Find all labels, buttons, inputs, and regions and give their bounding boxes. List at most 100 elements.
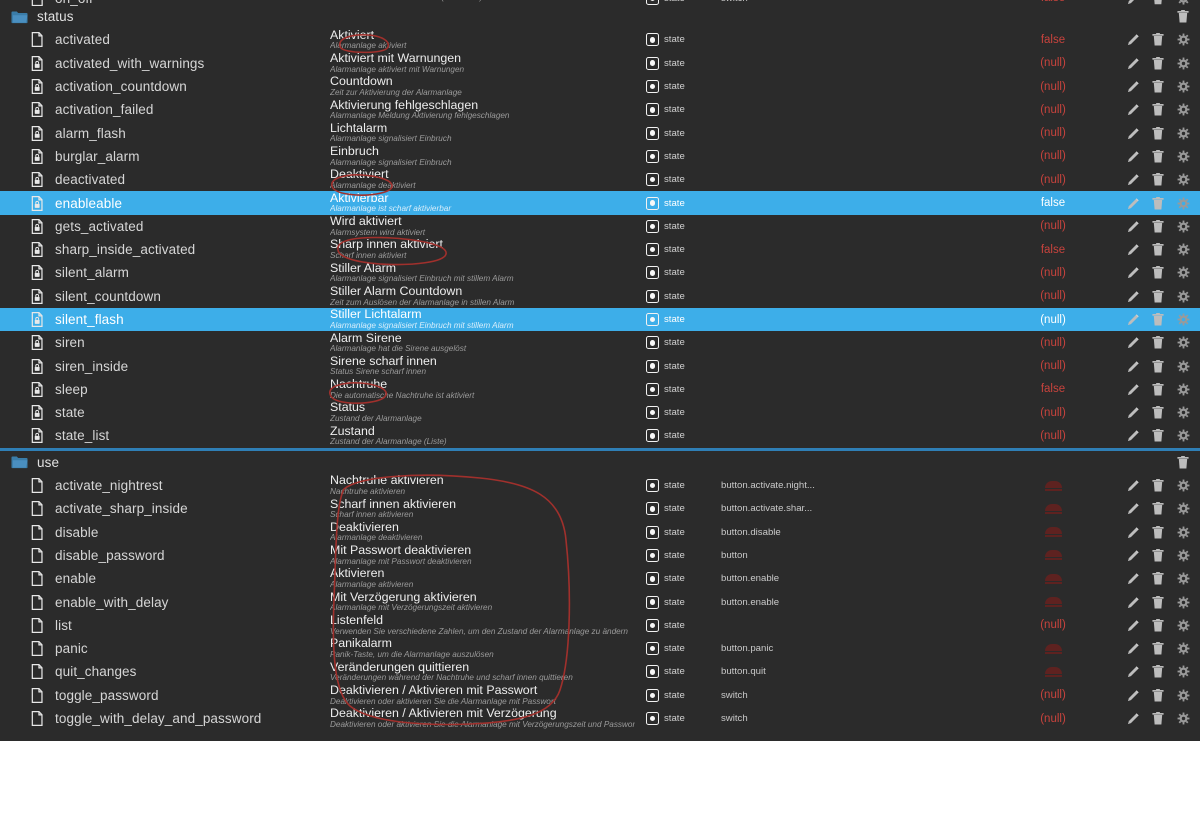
row-actions-cell[interactable] xyxy=(1108,406,1200,420)
row-state-cell[interactable]: state xyxy=(635,502,693,516)
pencil-icon[interactable] xyxy=(1126,33,1140,47)
trash-icon[interactable] xyxy=(1176,10,1190,24)
row-state-cell[interactable]: state xyxy=(635,618,693,632)
table-row[interactable]: sleep Nachtruhe Die automatische Nachtruhe… xyxy=(0,378,1200,401)
row-value-cell[interactable]: (null) xyxy=(998,360,1108,372)
trash-icon[interactable] xyxy=(1151,33,1165,47)
row-actions-cell[interactable] xyxy=(1108,502,1200,516)
table-row[interactable]: disable_password Mit Passwort deaktiviere… xyxy=(0,544,1200,567)
row-state-cell[interactable]: state xyxy=(635,243,693,257)
pencil-icon[interactable] xyxy=(1126,406,1140,420)
row-actions-cell[interactable] xyxy=(1108,548,1200,562)
row-state-cell[interactable]: state xyxy=(635,548,693,562)
gear-icon[interactable] xyxy=(1176,336,1190,350)
table-row[interactable]: state_list Zustand Zustand der Alarmanlage… xyxy=(0,424,1200,447)
row-value-cell[interactable]: false xyxy=(998,244,1108,256)
gear-icon[interactable] xyxy=(1176,289,1190,303)
pencil-icon[interactable] xyxy=(1126,219,1140,233)
pencil-icon[interactable] xyxy=(1126,382,1140,396)
pencil-icon[interactable] xyxy=(1126,548,1140,562)
row-state-cell[interactable]: state xyxy=(635,219,693,233)
trash-icon[interactable] xyxy=(1151,712,1165,726)
pencil-icon[interactable] xyxy=(1126,289,1140,303)
pencil-icon[interactable] xyxy=(1126,618,1140,632)
trash-icon[interactable] xyxy=(1151,382,1165,396)
table-row[interactable]: siren Alarm Sirene Alarmanlage hat die Sir… xyxy=(0,331,1200,354)
row-actions-cell[interactable] xyxy=(1108,289,1200,303)
table-row[interactable]: enable Aktivieren Alarmanlage aktivieren st… xyxy=(0,567,1200,590)
folder-row-use[interactable]: use xyxy=(0,451,1200,474)
row-state-cell[interactable]: state xyxy=(635,688,693,702)
gear-icon[interactable] xyxy=(1176,665,1190,679)
row-state-cell[interactable]: state xyxy=(635,126,693,140)
row-value-cell[interactable]: (null) xyxy=(998,220,1108,232)
table-row[interactable]: disable Deaktivieren Alarmanlage deaktivie… xyxy=(0,521,1200,544)
table-row[interactable]: sharp_inside_activated Sharp innen aktivi… xyxy=(0,238,1200,261)
trash-icon[interactable] xyxy=(1151,525,1165,539)
trash-icon[interactable] xyxy=(1151,665,1165,679)
row-value-cell[interactable] xyxy=(998,527,1108,538)
trash-icon[interactable] xyxy=(1151,688,1165,702)
gear-icon[interactable] xyxy=(1176,33,1190,47)
row-value-cell[interactable]: (null) xyxy=(998,57,1108,69)
row-actions-cell[interactable] xyxy=(1108,33,1200,47)
pencil-icon[interactable] xyxy=(1126,688,1140,702)
pencil-icon[interactable] xyxy=(1126,173,1140,187)
pencil-icon[interactable] xyxy=(1126,313,1140,327)
row-actions-cell[interactable] xyxy=(1108,103,1200,117)
row-state-cell[interactable]: state xyxy=(635,80,693,94)
table-row[interactable]: activate_nightrest Nachtruhe aktivieren Na… xyxy=(0,474,1200,497)
object-tree-view[interactable]: on_off Präsenzsimulation verwenden (bei … xyxy=(0,0,1200,741)
row-value-cell[interactable]: (null) xyxy=(998,81,1108,93)
table-row[interactable]: gets_activated Wird aktiviert Alarmsystem … xyxy=(0,215,1200,238)
pencil-icon[interactable] xyxy=(1126,336,1140,350)
trash-icon[interactable] xyxy=(1151,359,1165,373)
trash-icon[interactable] xyxy=(1151,479,1165,493)
table-row[interactable]: activate_sharp_inside Scharf innen aktivi… xyxy=(0,497,1200,520)
trash-icon[interactable] xyxy=(1151,595,1165,609)
row-actions-cell[interactable] xyxy=(1108,173,1200,187)
row-value-cell[interactable]: (null) xyxy=(998,430,1108,442)
pencil-icon[interactable] xyxy=(1126,479,1140,493)
row-value-cell[interactable]: (null) xyxy=(998,267,1108,279)
table-row[interactable]: activated_with_warnings Aktiviert mit War… xyxy=(0,52,1200,75)
pencil-icon[interactable] xyxy=(1126,642,1140,656)
pencil-icon[interactable] xyxy=(1126,712,1140,726)
table-row[interactable]: state Status Zustand der Alarmanlage state (… xyxy=(0,401,1200,424)
row-state-cell[interactable]: state xyxy=(635,429,693,443)
trash-icon[interactable] xyxy=(1151,548,1165,562)
row-actions-cell[interactable] xyxy=(1108,688,1200,702)
gear-icon[interactable] xyxy=(1176,595,1190,609)
row-state-cell[interactable]: state xyxy=(635,103,693,117)
table-row[interactable]: deactivated Deaktiviert Alarmanlage deakti… xyxy=(0,168,1200,191)
gear-icon[interactable] xyxy=(1176,56,1190,70)
gear-icon[interactable] xyxy=(1176,126,1190,140)
trash-icon[interactable] xyxy=(1151,289,1165,303)
pencil-icon[interactable] xyxy=(1126,429,1140,443)
gear-icon[interactable] xyxy=(1176,406,1190,420)
row-state-cell[interactable]: state xyxy=(635,406,693,420)
row-actions-cell[interactable] xyxy=(1108,80,1200,94)
trash-icon[interactable] xyxy=(1151,336,1165,350)
gear-icon[interactable] xyxy=(1176,688,1190,702)
pencil-icon[interactable] xyxy=(1126,525,1140,539)
row-value-cell[interactable]: false xyxy=(998,34,1108,46)
row-actions-cell[interactable] xyxy=(1108,10,1200,24)
row-value-cell[interactable]: (null) xyxy=(998,407,1108,419)
pencil-icon[interactable] xyxy=(1126,149,1140,163)
table-row[interactable]: enableable Aktivierbar Alarmanlage ist sch… xyxy=(0,191,1200,215)
row-actions-cell[interactable] xyxy=(1108,479,1200,493)
row-actions-cell[interactable] xyxy=(1108,572,1200,586)
row-actions-cell[interactable] xyxy=(1108,219,1200,233)
trash-icon[interactable] xyxy=(1151,219,1165,233)
row-actions-cell[interactable] xyxy=(1108,336,1200,350)
pencil-icon[interactable] xyxy=(1126,56,1140,70)
table-row[interactable]: toggle_with_delay_and_password Deaktivier… xyxy=(0,707,1200,730)
trash-icon[interactable] xyxy=(1151,642,1165,656)
table-row[interactable]: activation_countdown Countdown Zeit zur Ak… xyxy=(0,75,1200,98)
table-row[interactable]: alarm_flash Lichtalarm Alarmanlage signali… xyxy=(0,121,1200,144)
pencil-icon[interactable] xyxy=(1126,126,1140,140)
row-actions-cell[interactable] xyxy=(1108,313,1200,327)
gear-icon[interactable] xyxy=(1176,548,1190,562)
row-state-cell[interactable]: state xyxy=(635,595,693,609)
